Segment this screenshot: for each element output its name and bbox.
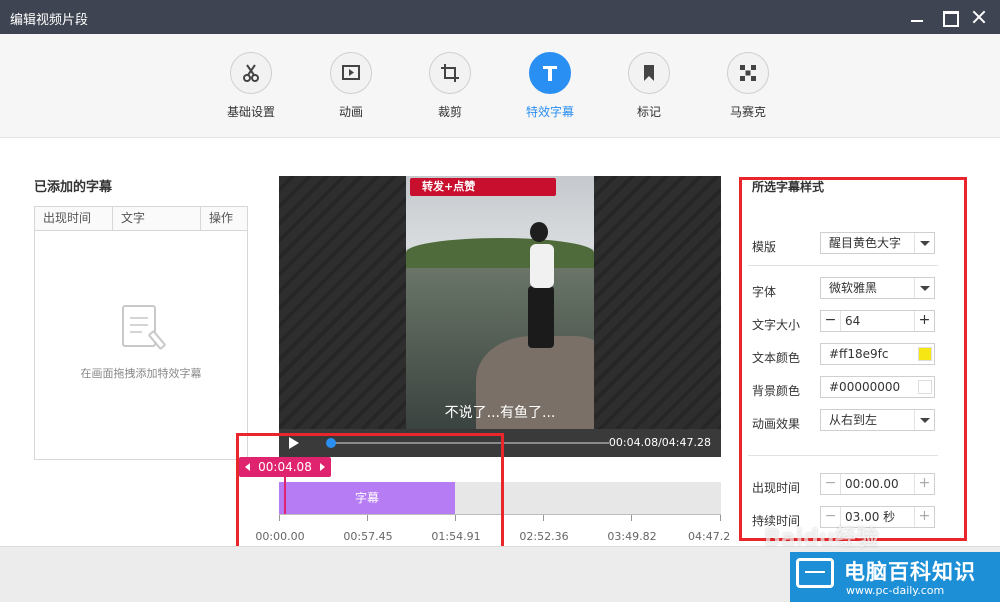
tick-label: 02:52.36 [519, 530, 569, 543]
column-header: 出现时间 [35, 207, 113, 230]
added-subtitles-title: 已添加的字幕 [34, 180, 113, 195]
tab-label: 裁剪 [437, 105, 462, 119]
annotation-box-timeline [236, 433, 504, 549]
tab-label: 马赛克 [729, 105, 766, 119]
column-header: 文字 [113, 207, 201, 230]
annotation-box-style [739, 177, 967, 541]
tab-mosaic[interactable]: 马赛克 [713, 52, 783, 120]
bookmark-icon [628, 52, 670, 94]
maximize-icon[interactable] [938, 6, 960, 28]
tab-animation[interactable]: 动画 [316, 52, 386, 120]
scissors-icon [230, 52, 272, 94]
tab-label: 动画 [338, 105, 363, 119]
tab-label: 标记 [636, 105, 661, 119]
tab-label: 特效字幕 [525, 105, 574, 119]
empty-hint: 在画面拖拽添加特效字幕 [80, 367, 202, 380]
window-title: 编辑视频片段 [10, 13, 89, 28]
empty-document-icon [122, 305, 167, 351]
monitor-icon [796, 558, 834, 588]
tab-basic-settings[interactable]: 基础设置 [216, 52, 286, 120]
tab-effect-subtitles[interactable]: 特效字幕 [515, 52, 585, 120]
mosaic-icon [727, 52, 769, 94]
subtitle-caption[interactable]: 不说了...有鱼了... [406, 402, 594, 422]
close-icon[interactable] [968, 6, 990, 28]
video-preview[interactable]: 转发+点赞 不说了...有鱼了... [279, 176, 721, 429]
play-frame-icon [330, 52, 372, 94]
minimize-icon[interactable] [906, 6, 928, 28]
tick-label: 04:47.2 [688, 530, 731, 543]
tab-label: 基础设置 [226, 105, 275, 119]
video-frame [406, 176, 594, 429]
tab-mark[interactable]: 标记 [614, 52, 684, 120]
title-bar: 编辑视频片段 [0, 0, 1000, 34]
time-readout: 00:04.08/04:47.28 [608, 436, 711, 449]
baidu-watermark: Baidu经验 [764, 526, 879, 551]
subtitle-table: 出现时间 文字 操作 在画面拖拽添加特效字幕 [34, 206, 248, 460]
site-name: 电脑百科知识 [844, 560, 976, 584]
tab-crop[interactable]: 裁剪 [415, 52, 485, 120]
table-header: 出现时间 文字 操作 [35, 207, 247, 231]
column-header: 操作 [209, 211, 234, 225]
site-url: www.pc-daily.com [846, 584, 945, 597]
video-banner: 转发+点赞 [410, 178, 556, 196]
text-t-icon [529, 52, 571, 94]
tool-tabs: 基础设置 动画 裁剪 特效字幕 标记 马赛克 [0, 34, 1000, 138]
site-watermark: 电脑百科知识 www.pc-daily.com [790, 552, 1000, 602]
tick-label: 03:49.82 [607, 530, 657, 543]
crop-icon [429, 52, 471, 94]
